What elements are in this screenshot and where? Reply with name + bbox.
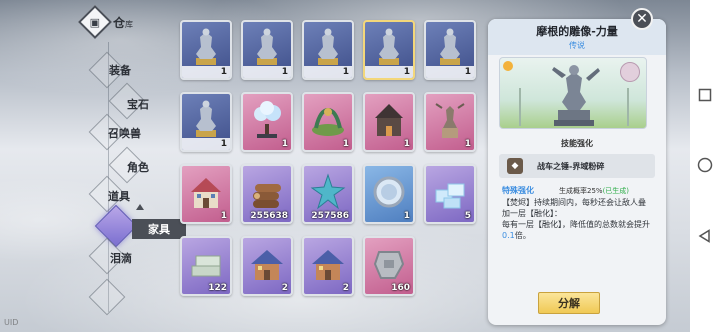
item-count: 2 xyxy=(281,283,288,293)
close-icon[interactable]: ✕ xyxy=(631,8,653,30)
inventory-slot[interactable]: 1 xyxy=(424,92,476,152)
inventory-slot[interactable]: 1 xyxy=(180,20,232,80)
item-rarity: 传说 xyxy=(569,41,585,50)
inventory-slot[interactable]: 1 xyxy=(302,92,354,152)
crystal-tree-icon xyxy=(249,100,285,140)
menu-item-characters[interactable]: 角色 xyxy=(127,159,149,175)
inventory-slot[interactable]: 1 xyxy=(241,20,293,80)
item-count: 1 xyxy=(403,211,410,221)
inventory-slot[interactable]: 1 xyxy=(302,20,354,80)
inventory-slot[interactable]: 160 xyxy=(363,236,415,296)
inventory-slot[interactable]: 1 xyxy=(424,20,476,80)
item-count: 1 xyxy=(464,139,471,149)
manor-icon xyxy=(371,100,407,140)
item-count: 255638 xyxy=(250,211,288,221)
statue-icon xyxy=(188,28,224,68)
item-count: 1 xyxy=(342,139,349,149)
stone-bricks-icon xyxy=(188,244,224,284)
menu-item-summons[interactable]: 召唤兽 xyxy=(108,125,141,141)
inventory-slot[interactable]: 1 xyxy=(363,92,415,152)
item-count: 1 xyxy=(220,211,227,221)
uid-label: UID xyxy=(4,318,19,327)
item-count: 1 xyxy=(281,139,288,149)
skill-name: 战车之锤-界域粉碎 xyxy=(537,161,605,171)
skill-section-title: 技能强化 xyxy=(561,139,593,148)
square-icon xyxy=(698,88,712,102)
storage-header: ▣ 仓库 xyxy=(78,5,134,39)
ice-blocks-icon xyxy=(432,172,468,212)
statue-preview-icon xyxy=(519,65,629,126)
statue-icon xyxy=(432,28,468,68)
item-count: 1 xyxy=(281,67,288,77)
game-screen: ▣ 仓库 装备 宝石 召唤兽 角色 道具 家具 泪滴 1 1 1 1 1 1 1 1 1 1 1 25… xyxy=(0,0,690,332)
fountain-statue-icon xyxy=(432,100,468,140)
back-button[interactable] xyxy=(696,227,714,245)
storage-badge-icon: ▣ xyxy=(78,5,112,39)
item-count: 1 xyxy=(464,67,471,77)
active-pointer-icon xyxy=(136,204,144,210)
inventory-slot[interactable]: 1 xyxy=(180,164,232,224)
inventory-slot[interactable]: 1 xyxy=(241,92,293,152)
item-count: 1 xyxy=(403,67,410,77)
skill-type: 特殊强化 xyxy=(502,186,534,195)
inventory-slot[interactable]: 255638 xyxy=(241,164,293,224)
menu-item-equipment[interactable]: 装备 xyxy=(109,62,131,78)
triangle-back-icon xyxy=(698,229,710,243)
item-count: 257586 xyxy=(311,211,349,221)
star-crystal-icon xyxy=(310,172,346,212)
inventory-slot[interactable]: 257586 xyxy=(302,164,354,224)
item-count: 5 xyxy=(464,211,471,221)
logs-icon xyxy=(249,172,285,212)
skill-row[interactable]: ◆ 战车之锤-界域粉碎 xyxy=(499,154,655,178)
home-button[interactable] xyxy=(696,156,714,174)
statue-icon xyxy=(371,28,407,68)
inventory-slot[interactable]: 2 xyxy=(302,236,354,296)
item-count: 122 xyxy=(208,283,227,293)
inventory-slot[interactable]: 1 xyxy=(363,164,415,224)
item-count: 1 xyxy=(403,139,410,149)
inventory-slot[interactable]: 122 xyxy=(180,236,232,296)
decompose-button[interactable]: 分解 xyxy=(538,292,600,314)
item-count: 2 xyxy=(342,283,349,293)
menu-item-gems[interactable]: 宝石 xyxy=(127,96,149,112)
statue-icon xyxy=(188,100,224,140)
storage-title: 仓库 xyxy=(113,15,134,30)
skill-description: 【焚烬】持续期间内，每秒还会让敌人叠加一层【融化】： 每有一层【融化】，降低值的… xyxy=(502,198,650,240)
item-preview-image xyxy=(499,57,647,129)
menu-item-items[interactable]: 道具 xyxy=(108,188,130,204)
circle-icon xyxy=(697,157,713,173)
menu-item-furniture[interactable]: 家具 xyxy=(132,219,186,239)
menu-item-tears[interactable]: 泪滴 xyxy=(110,250,132,266)
item-count: 1 xyxy=(220,139,227,149)
statue-icon xyxy=(249,28,285,68)
inventory-slot[interactable]: 1 xyxy=(180,92,232,152)
skill-hammer-icon: ◆ xyxy=(507,158,523,174)
inventory-slot[interactable]: 1 xyxy=(363,20,415,80)
item-count: 160 xyxy=(391,283,410,293)
recent-apps-button[interactable] xyxy=(696,86,714,104)
inventory-slot[interactable]: 5 xyxy=(424,164,476,224)
serpent-shrine-icon xyxy=(310,100,346,140)
statue-icon xyxy=(310,28,346,68)
item-count: 1 xyxy=(342,67,349,77)
house-icon xyxy=(188,172,224,212)
stone-part-icon xyxy=(371,244,407,284)
cottage-icon xyxy=(249,244,285,284)
android-nav-bar xyxy=(690,0,720,332)
mirror-icon xyxy=(371,172,407,212)
inventory-slot[interactable]: 2 xyxy=(241,236,293,296)
item-count: 1 xyxy=(220,67,227,77)
cottage-icon xyxy=(310,244,346,284)
skill-rate: 生成概率25%(已生成) xyxy=(559,187,630,195)
